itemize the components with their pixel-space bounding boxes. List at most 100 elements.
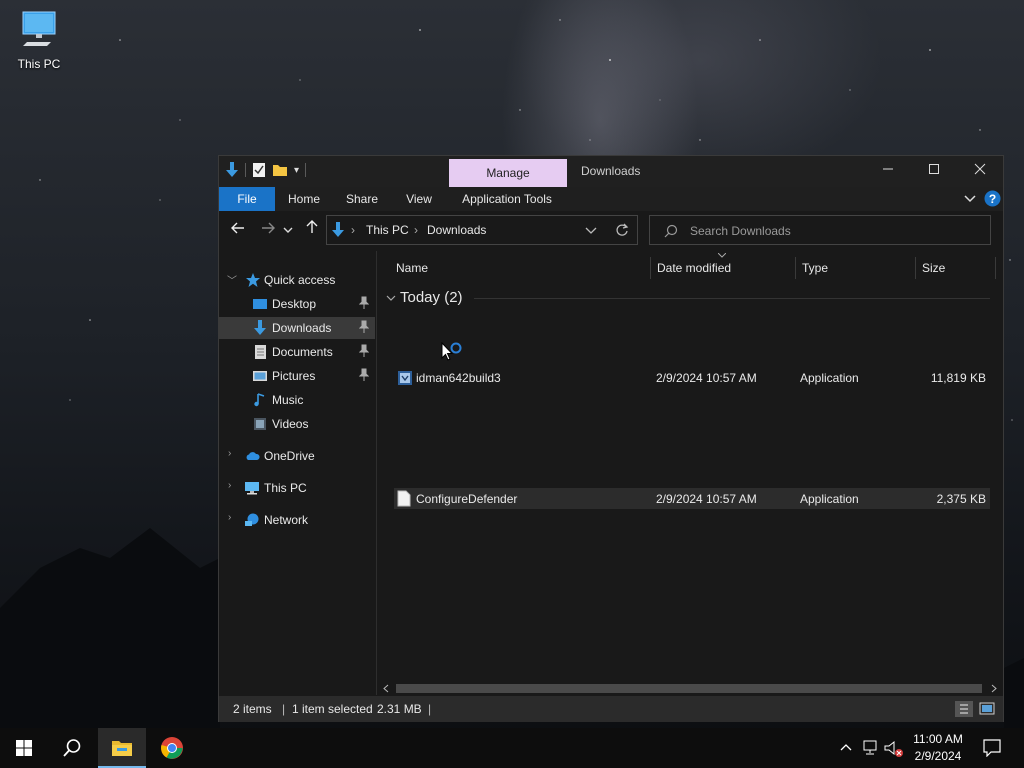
nav-item-desktop[interactable]: Desktop xyxy=(219,293,375,315)
chevron-down-icon[interactable] xyxy=(386,294,396,302)
customize-toolbar-icon[interactable]: ▾ xyxy=(294,165,299,176)
nav-network[interactable]: › Network xyxy=(219,509,375,531)
address-dropdown-icon[interactable] xyxy=(585,227,597,235)
column-header-type[interactable]: Type xyxy=(802,251,912,285)
horizontal-scrollbar[interactable] xyxy=(378,681,1003,695)
nav-label: Downloads xyxy=(272,321,332,335)
maximize-button[interactable] xyxy=(911,156,957,187)
search-placeholder: Search Downloads xyxy=(690,224,791,238)
column-divider[interactable] xyxy=(915,257,916,279)
status-separator: | xyxy=(428,702,432,716)
chevron-right-icon[interactable]: › xyxy=(228,512,231,523)
breadcrumb-downloads[interactable]: Downloads xyxy=(427,223,486,237)
column-divider[interactable] xyxy=(650,257,651,279)
quick-access-toolbar: ▾ xyxy=(225,162,307,178)
nav-quick-access[interactable]: ﹀ Quick access xyxy=(219,269,375,291)
file-date: 2/9/2024 10:57 AM xyxy=(656,371,757,385)
nav-item-music[interactable]: Music xyxy=(219,389,375,411)
properties-icon[interactable] xyxy=(252,162,266,178)
monitor-icon xyxy=(22,11,56,46)
close-icon xyxy=(974,163,986,175)
start-button[interactable] xyxy=(0,728,48,768)
clock-date: 2/9/2024 xyxy=(914,749,962,763)
file-name: idman642build3 xyxy=(416,371,501,385)
desktop-folder-icon xyxy=(253,299,267,309)
svg-text:?: ? xyxy=(989,192,996,206)
show-hidden-icons-icon[interactable] xyxy=(840,742,852,752)
tab-view[interactable]: View xyxy=(395,187,443,211)
expand-ribbon-icon[interactable] xyxy=(964,194,976,204)
minimize-button[interactable] xyxy=(865,156,911,187)
up-button[interactable] xyxy=(301,219,323,241)
nav-item-videos[interactable]: Videos xyxy=(219,413,375,435)
chevron-right-icon[interactable]: › xyxy=(228,480,231,491)
file-icon xyxy=(397,490,411,507)
taskbar-clock[interactable]: 11:00 AM 2/9/2024 xyxy=(900,731,976,765)
column-divider[interactable] xyxy=(995,257,996,279)
forward-button[interactable] xyxy=(257,219,279,241)
file-list: Name Date modified Type Size Today (2) i… xyxy=(378,251,1003,695)
breadcrumb-this-pc[interactable]: This PC xyxy=(366,223,409,237)
nav-item-downloads[interactable]: Downloads xyxy=(219,317,375,339)
column-header-size[interactable]: Size xyxy=(922,251,992,285)
file-date: 2/9/2024 10:57 AM xyxy=(656,492,757,506)
help-icon[interactable]: ? xyxy=(984,190,1001,207)
large-icons-view-icon[interactable] xyxy=(979,701,995,717)
recent-locations-button[interactable] xyxy=(281,219,295,241)
tab-share[interactable]: Share xyxy=(337,187,387,211)
search-icon xyxy=(664,224,678,238)
navigation-pane: ﹀ Quick access Desktop Downloads Documen… xyxy=(219,251,377,695)
file-row-configuredefender[interactable]: ConfigureDefender 2/9/2024 10:57 AM Appl… xyxy=(394,488,990,509)
close-button[interactable] xyxy=(957,156,1003,187)
scroll-right-icon[interactable] xyxy=(990,684,998,693)
new-folder-icon[interactable] xyxy=(272,162,288,178)
nav-label: This PC xyxy=(264,481,307,495)
search-icon xyxy=(63,739,81,757)
toolbar-separator xyxy=(305,163,307,177)
pin-icon[interactable] xyxy=(359,368,369,382)
tab-file[interactable]: File xyxy=(219,187,275,211)
group-header-today[interactable]: Today (2) xyxy=(384,287,990,309)
back-button[interactable] xyxy=(227,219,249,241)
nav-label: Videos xyxy=(272,417,309,431)
search-button[interactable] xyxy=(48,728,96,768)
address-bar[interactable]: › This PC › Downloads xyxy=(326,215,638,245)
refresh-icon[interactable] xyxy=(615,223,629,237)
search-box[interactable]: Search Downloads xyxy=(649,215,991,245)
desktop-icon-this-pc[interactable]: This PC xyxy=(14,8,64,71)
tab-application-tools[interactable]: Application Tools xyxy=(451,187,563,211)
nav-label: Desktop xyxy=(272,297,317,311)
minimize-icon xyxy=(883,168,893,170)
action-center-icon[interactable] xyxy=(983,739,1001,757)
downloads-folder-icon xyxy=(332,222,344,237)
taskbar-chrome[interactable] xyxy=(148,728,196,768)
clock-time: 11:00 AM xyxy=(913,732,963,746)
network-status-icon[interactable] xyxy=(862,740,880,756)
cloud-icon xyxy=(246,452,260,460)
chevron-down-icon[interactable]: ﹀ xyxy=(227,272,237,287)
group-label: Today (2) xyxy=(400,289,463,306)
pin-icon[interactable] xyxy=(359,344,369,358)
nav-onedrive[interactable]: › OneDrive xyxy=(219,445,375,467)
details-view-icon[interactable] xyxy=(955,701,973,717)
manage-contextual-tab[interactable]: Manage xyxy=(449,159,567,187)
file-name: ConfigureDefender xyxy=(416,492,518,506)
column-header-date-modified[interactable]: Date modified xyxy=(657,251,793,285)
chevron-right-icon[interactable]: › xyxy=(228,448,231,459)
file-row-idman642build3[interactable]: idman642build3 2/9/2024 10:57 AM Applica… xyxy=(394,367,990,388)
scrollbar-thumb[interactable] xyxy=(396,684,982,693)
scroll-left-icon[interactable] xyxy=(382,684,390,693)
column-header-name[interactable]: Name xyxy=(396,251,646,285)
pin-icon[interactable] xyxy=(359,320,369,334)
status-bar: 2 items | 1 item selected 2.31 MB | xyxy=(219,696,1003,722)
nav-item-documents[interactable]: Documents xyxy=(219,341,375,363)
mouse-cursor-busy-icon xyxy=(441,342,462,361)
tab-home[interactable]: Home xyxy=(279,187,329,211)
up-arrow-icon xyxy=(306,220,318,233)
nav-this-pc[interactable]: › This PC xyxy=(219,477,375,499)
taskbar-file-explorer[interactable] xyxy=(98,728,146,768)
pin-icon[interactable] xyxy=(359,296,369,310)
column-divider[interactable] xyxy=(795,257,796,279)
download-arrow-icon[interactable] xyxy=(225,162,239,178)
nav-item-pictures[interactable]: Pictures xyxy=(219,365,375,387)
